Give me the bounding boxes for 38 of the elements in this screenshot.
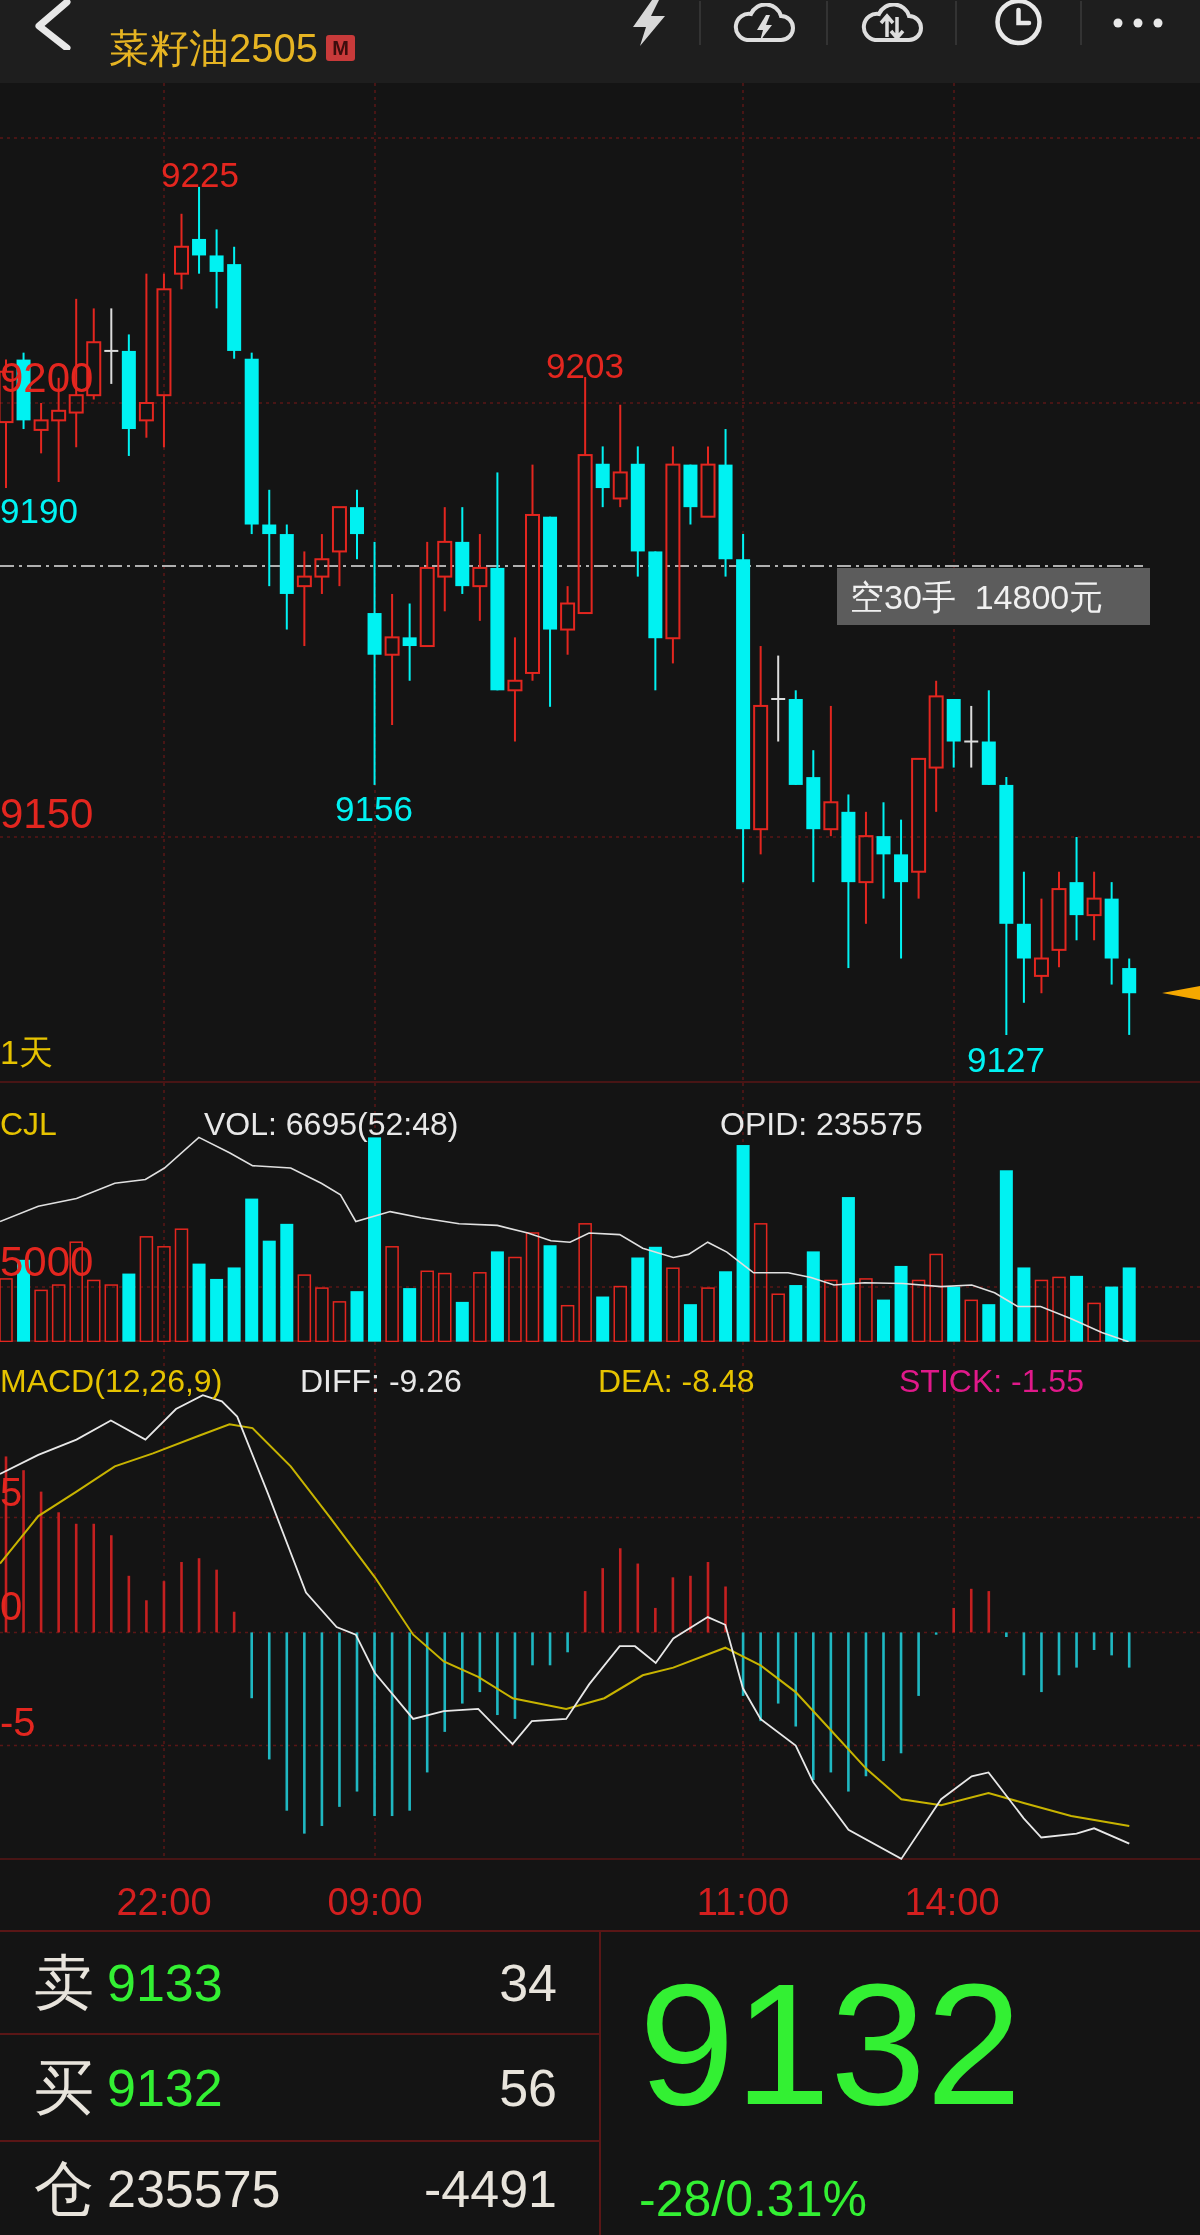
low-price-label: 9127 <box>967 1039 1045 1079</box>
cloud-arrows-icon[interactable] <box>859 3 924 43</box>
time-axis-label: 14:00 <box>904 1881 1000 1923</box>
quote-volume: 34 <box>499 1956 557 2009</box>
market-badge: M <box>326 35 355 61</box>
low-price-label: 9190 <box>0 490 78 530</box>
quote-volume: -4491 <box>424 2162 557 2215</box>
triangle-marker-icon <box>1162 986 1200 1000</box>
time-axis-label: 09:00 <box>327 1881 423 1923</box>
volume-legend-value: VOL: 6695(52:48) <box>204 1106 459 1142</box>
macd-legend-label: MACD(12,26,9) <box>0 1363 223 1399</box>
quote-label: 卖 <box>34 1952 95 2013</box>
position-tag: 空30手 14800元 <box>837 568 1150 625</box>
quote-label: 仓 <box>34 2158 95 2219</box>
lightning-icon[interactable] <box>630 0 668 46</box>
quote-label: 买 <box>34 2057 95 2118</box>
volume-legend-title: CJL <box>0 1106 57 1142</box>
more-icon[interactable] <box>1113 18 1163 28</box>
quote-price: 235575 <box>107 2162 282 2215</box>
price-change: -28/0.31% <box>639 2174 867 2224</box>
quote-volume: 56 <box>499 2061 557 2114</box>
time-axis-label: 22:00 <box>116 1881 212 1923</box>
macd-legend-label: DIFF: -9.26 <box>300 1363 462 1399</box>
time-axis-label: 11:00 <box>696 1881 790 1923</box>
macd-axis-label: -5 <box>0 1700 36 1744</box>
macd-legend-label: DEA: -8.48 <box>598 1363 755 1399</box>
quote-price: 9132 <box>107 2061 224 2114</box>
quote-price: 9133 <box>107 1956 224 2009</box>
instrument-title: 菜籽油2505 <box>109 26 318 70</box>
price-axis-label: 9150 <box>0 789 94 837</box>
high-price-label: 9225 <box>161 154 239 194</box>
high-price-label: 9203 <box>546 345 624 385</box>
last-price: 9132 <box>639 1958 1022 2130</box>
macd-legend-label: STICK: -1.55 <box>899 1363 1084 1399</box>
period-label: 1天 <box>0 1033 53 1071</box>
low-price-label: 9156 <box>335 788 413 828</box>
volume-legend-value: OPID: 235575 <box>720 1106 923 1142</box>
cloud-lightning-icon[interactable] <box>732 3 795 43</box>
